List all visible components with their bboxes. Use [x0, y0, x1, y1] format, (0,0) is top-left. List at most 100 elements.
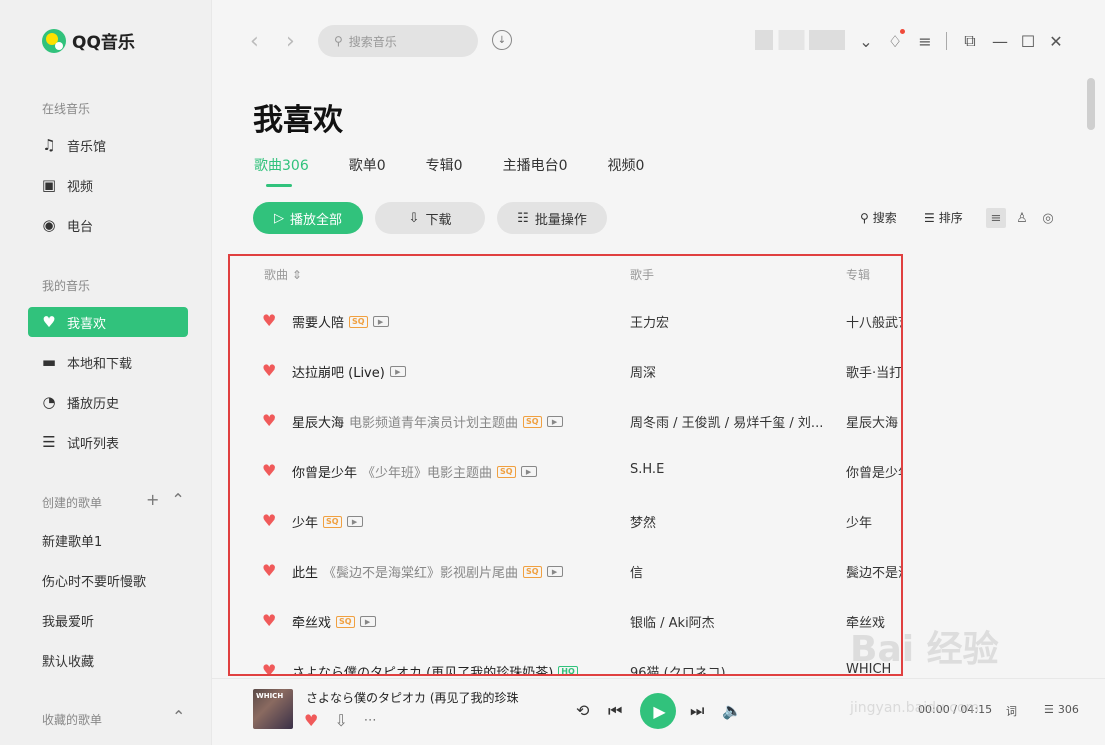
play-button[interactable]: ▶	[640, 693, 676, 729]
album-cell[interactable]: 你曾是少年	[846, 462, 901, 481]
skin-shirt-icon[interactable]: ♢	[885, 29, 905, 51]
collapse-chevron-icon[interactable]: ⌃	[172, 707, 185, 726]
tab-albums[interactable]: 专辑0	[426, 155, 463, 185]
more-icon[interactable]: ⋯	[364, 713, 377, 728]
menu-icon[interactable]: ≡	[915, 31, 935, 51]
heart-icon[interactable]: ♥	[262, 312, 276, 330]
album-view-icon[interactable]: ◎	[1038, 208, 1058, 228]
heart-icon[interactable]: ♥	[262, 662, 276, 675]
album-cell[interactable]: 十八般武艺	[846, 312, 901, 331]
column-header-song[interactable]: 歌曲 ⇕	[264, 266, 302, 283]
search-input[interactable]: ⚲ 搜索音乐	[318, 25, 478, 57]
minimize-icon[interactable]: —	[990, 31, 1010, 51]
artist-cell[interactable]: 王力宏	[630, 312, 669, 331]
playlist-item[interactable]: 伤心时不要听慢歌	[42, 571, 146, 590]
heart-icon[interactable]: ♥	[262, 412, 276, 430]
voice-search-icon[interactable]: ↓	[492, 30, 512, 50]
song-title[interactable]: 达拉崩吧 (Live)	[292, 362, 385, 381]
artist-cell[interactable]: 信	[630, 562, 643, 581]
maximize-icon[interactable]: ☐	[1018, 31, 1038, 51]
table-row[interactable]: ♥ 星辰大海 电影频道青年演员计划主题曲 SQ ▶ 周冬雨 / 王俊凯 / 易烊…	[230, 396, 901, 446]
heart-icon[interactable]: ♥	[262, 562, 276, 580]
download-button[interactable]: ⇩ 下载	[375, 202, 485, 234]
album-cell[interactable]: 星辰大海	[846, 412, 898, 431]
sidebar-item-video[interactable]: ▣ 视频	[28, 170, 188, 200]
mv-icon[interactable]: ▶	[372, 316, 389, 327]
next-track-icon[interactable]: ⏭	[690, 701, 704, 721]
user-avatar-blurred[interactable]	[755, 30, 845, 50]
mv-icon[interactable]: ▶	[520, 466, 537, 477]
play-all-button[interactable]: ▷ 播放全部	[253, 202, 363, 234]
sidebar-item-liked[interactable]: ♥ 我喜欢	[28, 307, 188, 337]
playlist-count[interactable]: ☰ 306	[1044, 703, 1079, 716]
sidebar-item-trial-list[interactable]: ☰ 试听列表	[28, 427, 188, 457]
table-row[interactable]: ♥ 少年 SQ ▶ 梦然 少年	[230, 496, 901, 546]
heart-icon[interactable]: ♥	[304, 711, 318, 730]
mv-icon[interactable]: ▶	[546, 566, 563, 577]
add-playlist-icon[interactable]: +	[146, 490, 159, 509]
app-logo[interactable]: QQ音乐	[42, 28, 135, 53]
download-icon[interactable]: ⇩	[334, 711, 347, 730]
tab-songs[interactable]: 歌曲306	[254, 155, 309, 187]
playlist-item[interactable]: 默认收藏	[42, 651, 94, 670]
artist-cell[interactable]: 梦然	[630, 512, 656, 531]
scrollbar[interactable]	[1087, 78, 1095, 130]
mv-icon[interactable]: ▶	[346, 516, 363, 527]
song-title[interactable]: 你曾是少年	[292, 462, 357, 481]
lyrics-button[interactable]: 词	[1006, 703, 1017, 719]
table-row[interactable]: ♥ 达拉崩吧 (Live) ▶ 周深 歌手·当打之年 第8期	[230, 346, 901, 396]
tab-videos[interactable]: 视频0	[608, 155, 645, 185]
sidebar-item-local-download[interactable]: ▬ 本地和下载	[28, 347, 188, 377]
tab-playlists[interactable]: 歌单0	[349, 155, 386, 185]
playlist-item[interactable]: 新建歌单1	[42, 531, 102, 550]
artist-cell[interactable]: 周冬雨 / 王俊凯 / 易烊千玺 / 刘...	[630, 412, 823, 431]
song-title[interactable]: 需要人陪	[292, 312, 344, 331]
previous-track-icon[interactable]: ⏮	[608, 701, 622, 721]
tab-radio[interactable]: 主播电台0	[503, 155, 568, 185]
heart-icon[interactable]: ♥	[262, 512, 276, 530]
album-cell[interactable]: 少年	[846, 512, 872, 531]
forward-arrow-icon[interactable]: ›	[286, 29, 295, 54]
search-in-list-button[interactable]: ⚲ 搜索	[860, 209, 897, 226]
artist-cell[interactable]: S.H.E	[630, 462, 664, 477]
artist-cell[interactable]: 银临 / Aki阿杰	[630, 612, 715, 631]
heart-icon[interactable]: ♥	[262, 462, 276, 480]
song-title[interactable]: 星辰大海	[292, 412, 344, 431]
table-row[interactable]: ♥ 此生 《鬓边不是海棠红》影视剧片尾曲 SQ ▶ 信 鬓边不是海棠红 影视剧原…	[230, 546, 901, 596]
table-row[interactable]: ♥ 你曾是少年 《少年班》电影主题曲 SQ ▶ S.H.E 你曾是少年	[230, 446, 901, 496]
playlist-item[interactable]: 我最爱听	[42, 611, 94, 630]
table-row[interactable]: ♥ さよなら僕のタピオカ (再见了我的珍珠奶茶) HQ 96猫 (クロネコ) W…	[230, 646, 901, 675]
sidebar-item-music-hall[interactable]: ♫ 音乐馆	[28, 130, 188, 160]
close-icon[interactable]: ✕	[1046, 31, 1066, 51]
song-title[interactable]: 少年	[292, 512, 318, 531]
album-cell[interactable]: 牵丝戏	[846, 612, 885, 631]
artist-cell[interactable]: 96猫 (クロネコ)	[630, 662, 726, 674]
album-cell[interactable]: WHICH	[846, 662, 891, 674]
song-title[interactable]: 牵丝戏	[292, 612, 331, 631]
sort-button[interactable]: ☰ 排序	[924, 209, 963, 226]
batch-operation-button[interactable]: ☷ 批量操作	[497, 202, 607, 234]
mv-icon[interactable]: ▶	[389, 366, 406, 377]
heart-icon[interactable]: ♥	[262, 612, 276, 630]
song-title[interactable]: 此生	[292, 562, 318, 581]
sidebar-item-radio[interactable]: ◉ 电台	[28, 210, 188, 240]
mv-icon[interactable]: ▶	[359, 616, 376, 627]
volume-icon[interactable]: 🔈	[722, 701, 742, 720]
list-view-icon[interactable]: ≡	[986, 208, 1006, 228]
collapse-chevron-icon[interactable]: ⌃	[171, 490, 184, 509]
mv-icon[interactable]: ▶	[546, 416, 563, 427]
album-cell[interactable]: 歌手·当打之年 第8期	[846, 362, 901, 381]
chevron-down-icon[interactable]: ⌄	[856, 31, 876, 51]
song-title[interactable]: さよなら僕のタピオカ (再见了我的珍珠奶茶)	[292, 662, 553, 674]
table-row[interactable]: ♥ 需要人陪 SQ ▶ 王力宏 十八般武艺	[230, 296, 901, 346]
back-arrow-icon[interactable]: ‹	[250, 29, 259, 54]
sidebar-item-history[interactable]: ◔ 播放历史	[28, 387, 188, 417]
album-cover[interactable]: WHICH	[253, 689, 293, 729]
now-playing-title[interactable]: さよなら僕のタピオカ (再见了我的珍珠	[306, 689, 519, 706]
album-cell[interactable]: 鬓边不是海棠红 影视剧原声带	[846, 562, 901, 581]
heart-icon[interactable]: ♥	[262, 362, 276, 380]
artist-cell[interactable]: 周深	[630, 362, 656, 381]
table-row[interactable]: ♥ 牵丝戏 SQ ▶ 银临 / Aki阿杰 牵丝戏	[230, 596, 901, 646]
loop-mode-icon[interactable]: ⟲	[576, 701, 589, 720]
mini-mode-icon[interactable]: ⧉	[960, 31, 980, 51]
